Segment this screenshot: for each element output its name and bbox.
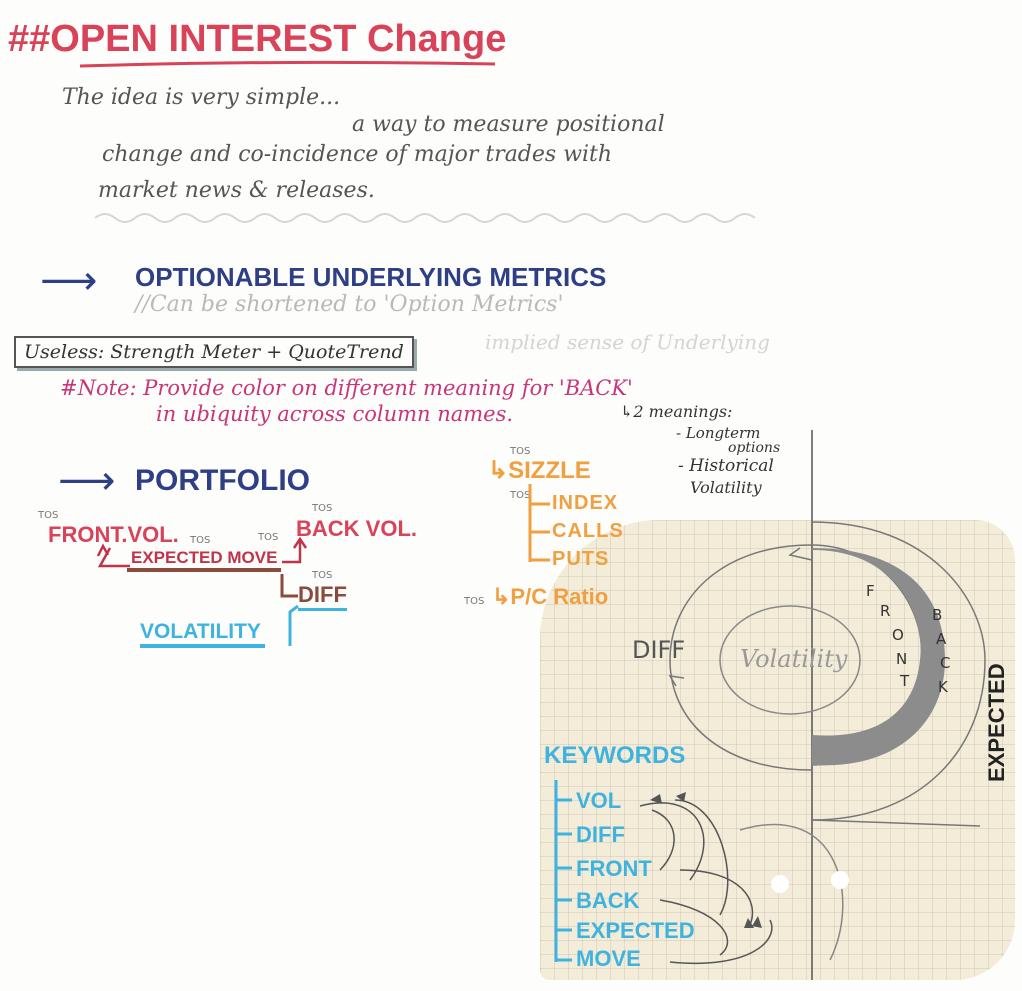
keywords-tree <box>554 780 773 964</box>
